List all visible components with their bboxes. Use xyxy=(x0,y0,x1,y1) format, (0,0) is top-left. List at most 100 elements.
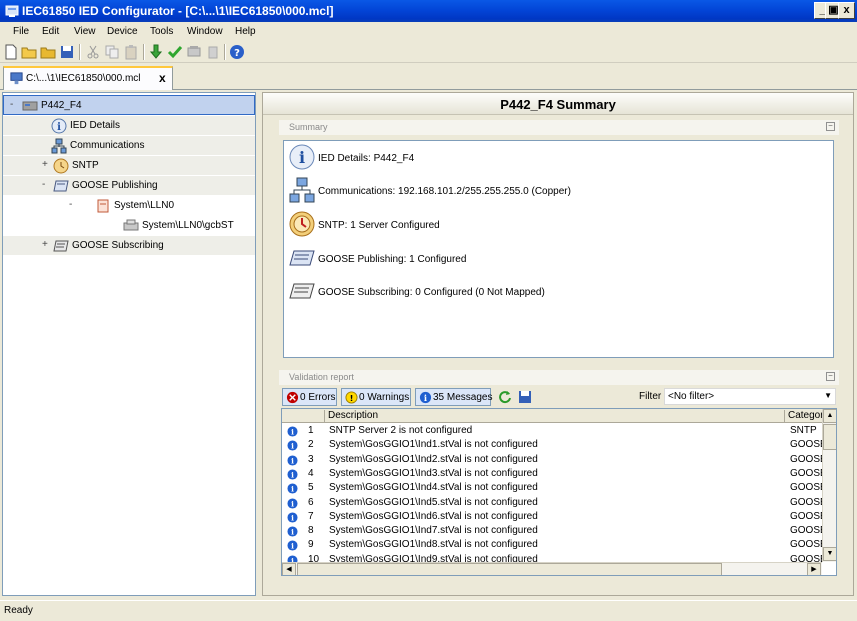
validation-grid: Description Categor i 1 SNTP Server 2 is n… xyxy=(281,408,837,576)
menu-file[interactable]: File xyxy=(13,26,29,37)
send-icon[interactable] xyxy=(186,44,202,60)
summary-row-goose-publishing: GOOSE Publishing: 1 Configured xyxy=(288,244,828,274)
receive-icon[interactable] xyxy=(205,44,221,60)
window-title: IEC61850 IED Configurator - [C:\...\1\IE… xyxy=(22,4,334,18)
tree-item-goose-subscribing[interactable]: + GOOSE Subscribing xyxy=(3,236,255,256)
tree-item-system-lln0[interactable]: - System\LLN0 xyxy=(3,196,255,216)
tree-item-p442-f4[interactable]: - P442_F4 xyxy=(3,95,255,115)
goose-sub-icon xyxy=(289,283,315,299)
table-row[interactable]: i 2 System\GosGGIO1\Ind1.stVal is not conf… xyxy=(282,438,827,452)
tree-item-sntp[interactable]: + SNTP xyxy=(3,156,255,176)
row-number: 3 xyxy=(308,453,314,465)
table-row[interactable]: i 3 System\GosGGIO1\Ind2.stVal is not conf… xyxy=(282,453,827,467)
tree-item-communications[interactable]: Communications xyxy=(3,136,255,156)
tree-item-goose-publishing[interactable]: - GOOSE Publishing xyxy=(3,176,255,196)
scroll-left-button[interactable]: ◀ xyxy=(282,563,296,575)
messages-label: 35 Messages xyxy=(433,392,493,403)
chevron-down-icon: ▼ xyxy=(824,391,832,400)
tree-item-ied-details[interactable]: i IED Details xyxy=(3,116,255,136)
help-icon[interactable]: ? xyxy=(229,44,245,60)
tree-item-label: P442_F4 xyxy=(41,100,82,111)
menu-help[interactable]: Help xyxy=(235,26,256,37)
row-description: System\GosGGIO1\Ind1.stVal is not config… xyxy=(329,439,538,451)
close-button[interactable]: x xyxy=(838,2,855,19)
ied-icon xyxy=(22,101,38,111)
toolbar: ? xyxy=(0,41,857,63)
menu-view[interactable]: View xyxy=(74,26,96,37)
table-row[interactable]: i 6 System\GosGGIO1\Ind5.stVal is not conf… xyxy=(282,496,827,510)
document-tab[interactable]: C:\...\1\IEC61850\000.mcl x xyxy=(3,66,173,90)
row-description: System\GosGGIO1\Ind6.stVal is not config… xyxy=(329,510,538,522)
gcb-icon xyxy=(123,219,139,231)
menu-device[interactable]: Device xyxy=(107,26,138,37)
page-title: P442_F4 Summary xyxy=(500,97,616,112)
messages-button[interactable]: i 35 Messages xyxy=(415,388,493,406)
save-icon[interactable] xyxy=(59,44,75,60)
table-row[interactable]: i 1 SNTP Server 2 is not configured SNTP xyxy=(282,424,822,438)
horizontal-scroll-thumb[interactable] xyxy=(297,563,722,575)
row-description: System\GosGGIO1\Ind8.stVal is not config… xyxy=(329,539,538,551)
clock-icon xyxy=(53,158,69,174)
summary-row-goose-subscribing: GOOSE Subscribing: 0 Configured (0 Not M… xyxy=(288,277,828,307)
new-icon[interactable] xyxy=(3,44,19,60)
collapse-summary-button[interactable]: − xyxy=(826,122,835,131)
collapse-validation-button[interactable]: − xyxy=(826,372,835,381)
table-row[interactable]: i 9 System\GosGGIO1\Ind8.stVal is not conf… xyxy=(282,538,827,552)
row-number: 5 xyxy=(308,482,314,494)
refresh-icon[interactable] xyxy=(498,390,512,404)
svg-text:i: i xyxy=(291,514,294,523)
column-header-description[interactable]: Description xyxy=(325,410,785,423)
scroll-up-button[interactable]: ▲ xyxy=(823,409,836,423)
collapse-toggle[interactable]: - xyxy=(69,199,72,210)
clock-icon xyxy=(289,211,315,237)
errors-button[interactable]: 0 Errors xyxy=(282,388,337,406)
close-tab-button[interactable]: x xyxy=(159,71,166,85)
expand-toggle[interactable]: + xyxy=(42,239,48,250)
menu-window[interactable]: Window xyxy=(187,26,223,37)
table-row[interactable]: i 4 System\GosGGIO1\Ind3.stVal is not conf… xyxy=(282,467,827,481)
svg-text:i: i xyxy=(291,499,294,508)
open-icon[interactable] xyxy=(21,44,37,60)
copy-icon[interactable] xyxy=(104,44,120,60)
download-icon[interactable] xyxy=(148,44,164,60)
ied-icon xyxy=(10,72,23,85)
filter-label: Filter xyxy=(639,391,662,402)
scroll-right-button[interactable]: ▶ xyxy=(807,563,821,575)
menu-edit[interactable]: Edit xyxy=(42,26,59,37)
save-report-icon[interactable] xyxy=(518,390,532,404)
expand-toggle[interactable]: + xyxy=(42,159,48,170)
info-icon: i xyxy=(287,426,298,437)
row-number: 9 xyxy=(308,539,314,551)
validation-group-header: Validation report − xyxy=(279,370,839,385)
horizontal-scrollbar[interactable]: ◀ ▶ xyxy=(282,562,822,575)
info-icon: i xyxy=(419,391,432,403)
tree-item-label: System\LLN0\gcbST xyxy=(142,220,234,231)
warnings-button[interactable]: ! 0 Warnings xyxy=(341,388,411,406)
row-description: System\GosGGIO1\Ind2.stVal is not config… xyxy=(329,453,538,465)
table-row[interactable]: i 5 System\GosGGIO1\Ind4.stVal is not conf… xyxy=(282,481,827,495)
info-icon: i xyxy=(287,483,298,494)
row-number: 4 xyxy=(308,467,314,479)
scroll-thumb[interactable] xyxy=(823,424,836,450)
paste-icon[interactable] xyxy=(123,44,139,60)
vertical-scrollbar[interactable]: ▲ ▼ xyxy=(822,409,836,562)
menu-tools[interactable]: Tools xyxy=(150,26,173,37)
collapse-toggle[interactable]: - xyxy=(42,179,45,190)
filter-dropdown[interactable]: <No filter> ▼ xyxy=(664,388,836,405)
info-icon: i xyxy=(287,497,298,508)
table-row[interactable]: i 8 System\GosGGIO1\Ind7.stVal is not conf… xyxy=(282,524,827,538)
menu-bar: File Edit View Device Tools Window Help xyxy=(0,22,857,41)
tree-item-label: IED Details xyxy=(70,120,121,131)
collapse-toggle[interactable]: - xyxy=(10,99,13,110)
folder-icon[interactable] xyxy=(40,44,56,60)
table-row[interactable]: i 7 System\GosGGIO1\Ind6.stVal is not conf… xyxy=(282,510,827,524)
check-icon[interactable] xyxy=(167,44,183,60)
svg-text:!: ! xyxy=(350,393,354,403)
info-icon: i xyxy=(287,526,298,537)
tree-item-gcbst[interactable]: System\LLN0\gcbST xyxy=(3,216,255,236)
summary-group-label: Summary xyxy=(289,122,328,132)
row-description: System\GosGGIO1\Ind4.stVal is not config… xyxy=(329,482,538,494)
scroll-down-button[interactable]: ▼ xyxy=(823,547,836,561)
goose-sub-icon xyxy=(53,240,69,252)
cut-icon[interactable] xyxy=(85,44,101,60)
